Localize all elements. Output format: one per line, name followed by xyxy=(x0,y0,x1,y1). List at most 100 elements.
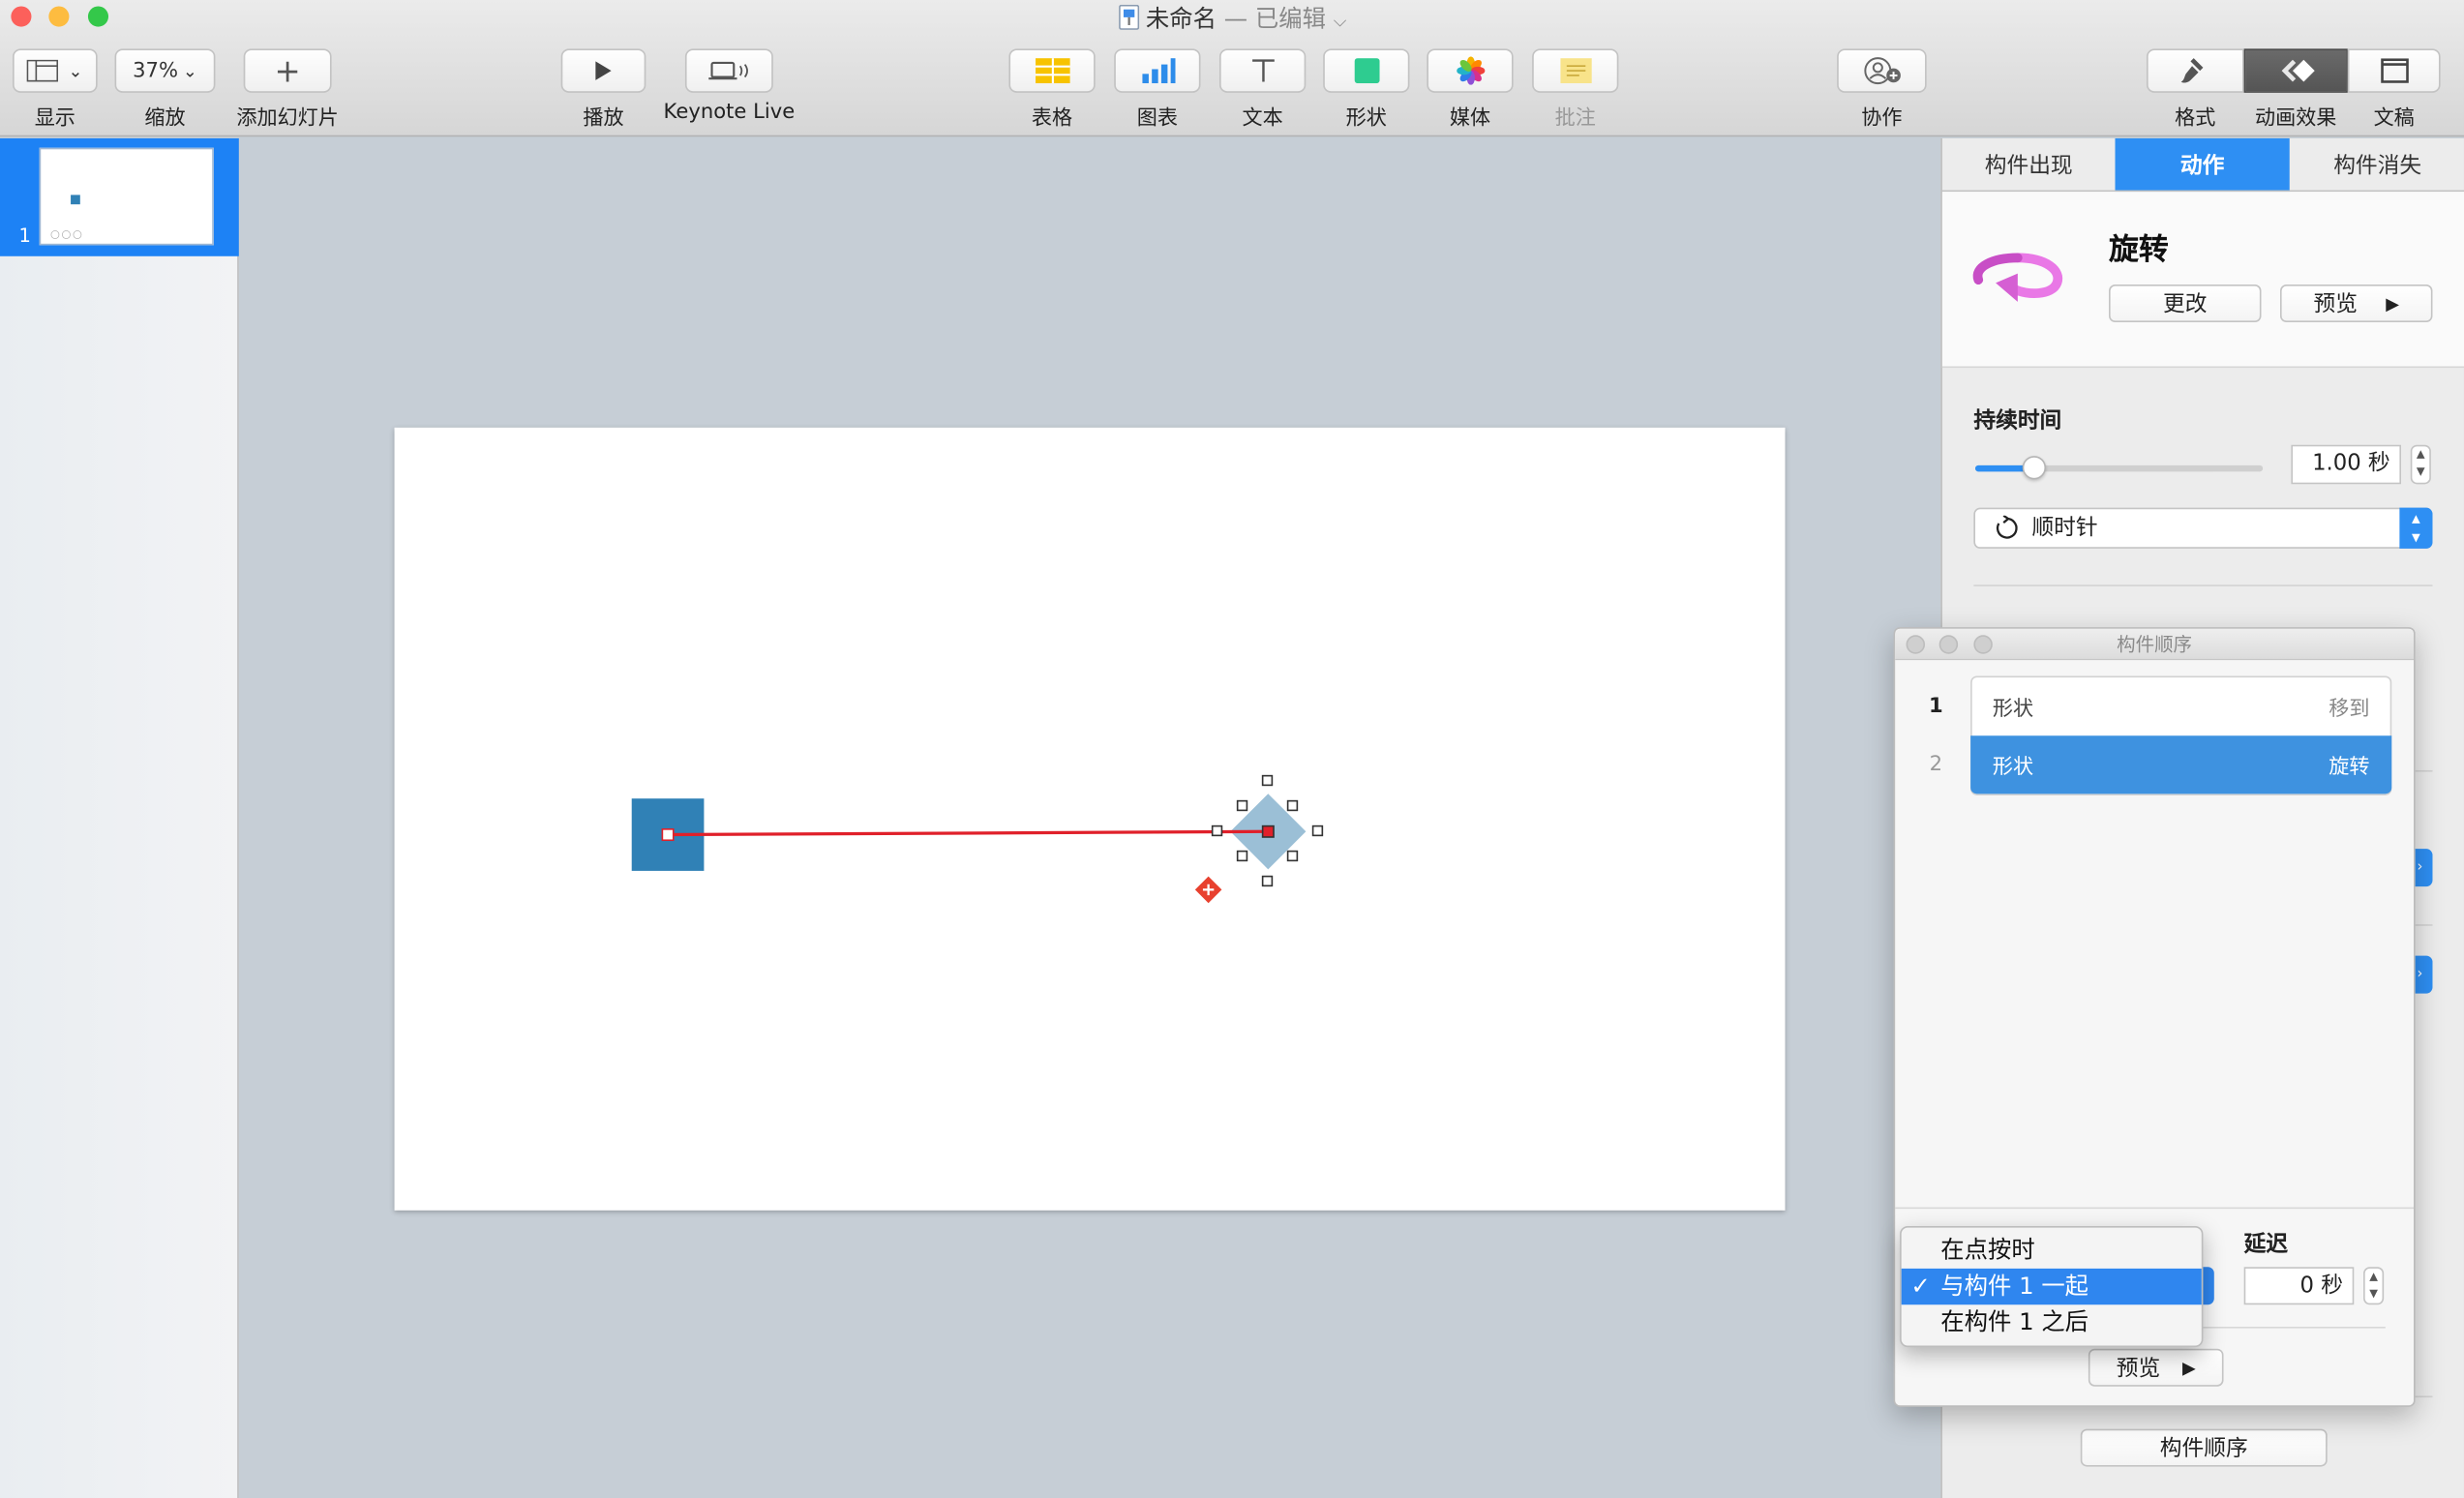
slide-navigator: 1 ○○○ xyxy=(0,137,239,1498)
preview-build-button[interactable]: 预览 ▶ xyxy=(2088,1348,2224,1387)
delay-label: 延迟 xyxy=(2243,1232,2289,1258)
text-button[interactable] xyxy=(1218,48,1307,93)
slide-canvas[interactable] xyxy=(394,427,1786,1211)
clockwise-icon xyxy=(1994,515,2019,541)
effect-name: 旋转 xyxy=(2109,232,2169,268)
duration-slider-knob[interactable] xyxy=(2022,456,2046,480)
play-icon: ▶ xyxy=(2181,1357,2196,1378)
preview-label: 预览 xyxy=(2313,292,2358,318)
table-icon xyxy=(1035,58,1069,84)
menu-item-on-click[interactable]: 在点按时 xyxy=(1902,1233,2202,1269)
menu-item-label: 在构件 1 之后 xyxy=(1940,1307,2089,1336)
view-label: 显示 xyxy=(34,106,75,131)
add-action-icon[interactable] xyxy=(1194,876,1222,904)
change-effect-button[interactable]: 更改 xyxy=(2109,285,2262,323)
collaborate-button[interactable] xyxy=(1837,48,1927,93)
divider xyxy=(1973,584,2433,586)
paintbrush-icon xyxy=(2179,56,2210,84)
document-panel-icon xyxy=(2380,58,2408,83)
keynote-live-button[interactable] xyxy=(684,48,773,93)
direction-value: 顺时针 xyxy=(2031,515,2098,541)
add-slide-button[interactable]: + xyxy=(243,48,332,93)
comment-label: 批注 xyxy=(1554,106,1596,131)
tab-action[interactable]: 动作 xyxy=(2115,137,2290,193)
zoom-value: 37% xyxy=(133,58,179,83)
keynote-window: 未命名 — 已编辑 ⌵ ⌄ 显示 37% ⌄ 缩放 + 添加幻灯片 播放 Key… xyxy=(0,0,2464,1498)
duration-label: 持续时间 xyxy=(1973,408,2062,434)
shape-icon xyxy=(1353,58,1379,84)
bar-chart-icon xyxy=(1140,58,1175,84)
build-indicator-icon: ○○○ xyxy=(49,227,84,241)
panel-title: 构件顺序 xyxy=(2117,633,2193,656)
view-button[interactable]: ⌄ xyxy=(12,48,98,93)
slide-thumbnail-row[interactable]: 1 ○○○ xyxy=(0,137,239,256)
duration-stepper[interactable]: ▲ ▼ xyxy=(2410,444,2431,485)
media-button[interactable] xyxy=(1427,48,1514,93)
document-button[interactable] xyxy=(2347,48,2441,93)
sidebar-view-icon xyxy=(27,59,59,82)
add-person-icon xyxy=(1861,56,1902,85)
tab-build-out[interactable]: 构件消失 xyxy=(2289,138,2464,193)
slide-thumbnail[interactable]: ○○○ xyxy=(39,147,214,246)
preview-label: 预览 xyxy=(2116,1356,2161,1382)
comment-button[interactable] xyxy=(1532,48,1619,93)
duration-field[interactable]: 1.00 秒 xyxy=(2291,444,2402,485)
menu-item-label: 与构件 1 一起 xyxy=(1940,1272,2089,1301)
keynote-live-label: Keynote Live xyxy=(663,100,796,125)
format-button[interactable] xyxy=(2146,48,2244,93)
duration-slider-track[interactable] xyxy=(1974,456,2264,480)
menu-item-with-build-1[interactable]: ✓ 与构件 1 一起 xyxy=(1901,1268,2202,1305)
table-button[interactable] xyxy=(1008,48,1096,93)
chevron-down-icon: ⌄ xyxy=(68,60,83,81)
format-label: 格式 xyxy=(2175,106,2216,131)
slide-content xyxy=(631,774,1324,904)
panel-minimize-button[interactable] xyxy=(1938,635,1959,654)
zoom-select[interactable]: 37% ⌄ xyxy=(114,48,216,93)
animate-label: 动画效果 xyxy=(2254,106,2337,131)
chart-label: 图表 xyxy=(1136,106,1178,131)
thumbnail-shape xyxy=(71,195,80,205)
keynote-live-icon xyxy=(707,60,751,82)
comment-note-icon xyxy=(1559,58,1591,84)
play-button[interactable] xyxy=(560,48,646,93)
animate-button[interactable] xyxy=(2243,48,2348,93)
text-label: 文本 xyxy=(1242,106,1283,131)
select-arrows-icon: ▲ ▼ xyxy=(2399,507,2433,549)
build-number: 1 xyxy=(1929,694,1943,719)
build-number: 2 xyxy=(1929,753,1943,777)
animate-diamond-icon xyxy=(2275,58,2316,83)
build-order-button[interactable]: 构件顺序 xyxy=(2080,1428,2328,1467)
table-label: 表格 xyxy=(1031,106,1073,131)
direction-select[interactable]: 顺时针 ▲ ▼ xyxy=(1973,507,2433,549)
chevron-down-icon[interactable]: ⌵ xyxy=(1334,11,1347,31)
panel-close-button[interactable] xyxy=(1906,635,1926,654)
edited-status: — 已编辑 xyxy=(1223,4,1326,34)
checkmark-icon: ✓ xyxy=(1910,1272,1931,1301)
build-row-selected[interactable]: 形状 旋转 xyxy=(1970,735,2392,794)
chart-button[interactable] xyxy=(1114,48,1201,93)
path-end-handle[interactable] xyxy=(1261,824,1275,838)
document-label: 文稿 xyxy=(2373,106,2415,131)
motion-path-line[interactable] xyxy=(668,829,1269,837)
path-start-handle[interactable] xyxy=(661,828,675,842)
keynote-document-icon xyxy=(1118,4,1140,30)
chevron-down-icon: ⌄ xyxy=(182,60,197,81)
panel-zoom-button[interactable] xyxy=(1973,635,1993,654)
delay-stepper[interactable]: ▲ ▼ xyxy=(2363,1267,2385,1305)
play-icon: ▶ xyxy=(2386,292,2399,315)
menu-item-after-build-1[interactable]: 在构件 1 之后 xyxy=(1902,1304,2202,1340)
zoom-label: 缩放 xyxy=(144,106,186,131)
build-effect: 移到 xyxy=(2329,698,2370,722)
preview-effect-button[interactable]: 预览 ▶ xyxy=(2279,285,2433,323)
add-slide-label: 添加幻灯片 xyxy=(236,106,339,131)
slide-number: 1 xyxy=(18,225,31,248)
build-row[interactable]: 形状 移到 xyxy=(1970,677,2391,735)
effect-section: 旋转 更改 预览 ▶ xyxy=(1941,192,2464,369)
rotate-effect-icon xyxy=(1970,245,2064,314)
tab-build-in[interactable]: 构件出现 xyxy=(1941,138,2116,193)
delay-field[interactable]: 0 秒 xyxy=(2243,1267,2355,1305)
photos-icon xyxy=(1456,56,1485,85)
start-build-menu: 在点按时 ✓ 与构件 1 一起 在构件 1 之后 xyxy=(1900,1226,2204,1348)
build-object: 形状 xyxy=(1992,698,2034,722)
shape-button[interactable] xyxy=(1323,48,1410,93)
